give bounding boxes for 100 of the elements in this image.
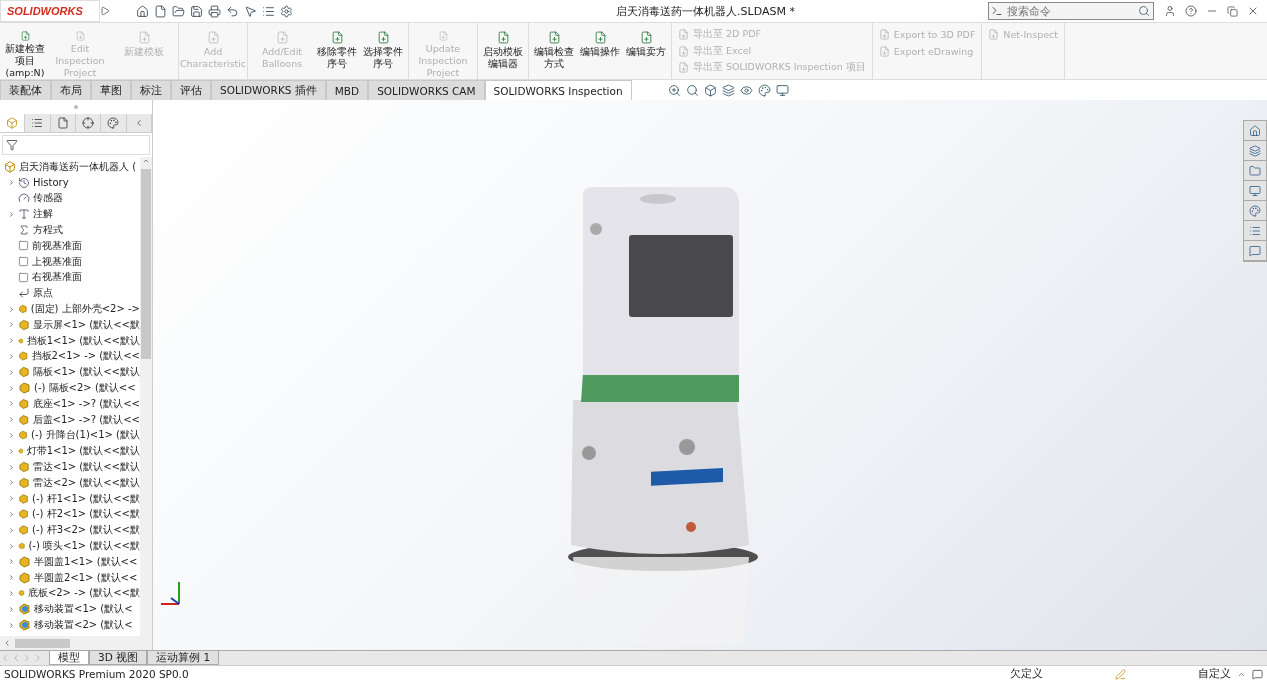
restore-icon[interactable]: [1227, 5, 1238, 17]
expand-caret-icon[interactable]: [8, 621, 15, 629]
monitor-icon[interactable]: [775, 83, 789, 97]
ribbon-tab[interactable]: 标注: [131, 80, 171, 100]
tree-item[interactable]: 底座<1> ->? (默认<<: [32, 396, 140, 411]
tree-item[interactable]: (-) 杆1<1> (默认<<默: [32, 491, 140, 506]
settings-icon[interactable]: [280, 4, 293, 18]
list-icon[interactable]: [262, 4, 275, 18]
tree-item[interactable]: 灯带1<1> (默认<<默认: [26, 444, 140, 459]
zoom-icon[interactable]: [667, 83, 681, 97]
expand-caret-icon[interactable]: [8, 179, 15, 187]
rebuild-icon[interactable]: [1115, 668, 1126, 680]
expand-caret-icon[interactable]: [8, 510, 15, 518]
close-icon[interactable]: [1247, 5, 1259, 17]
ribbon-button[interactable]: 启动模板编辑器: [480, 23, 526, 79]
ribbon-button[interactable]: 新建检查项目(amp:N): [2, 23, 48, 79]
tree-item[interactable]: (-) 喷头<1> (默认<<默: [28, 539, 140, 553]
tree-item[interactable]: (-) 升降台(1)<1> (默认: [31, 428, 140, 443]
tree-item[interactable]: 传感器: [33, 191, 63, 206]
expand-caret-icon[interactable]: [8, 605, 15, 613]
home-icon[interactable]: [136, 4, 149, 18]
property-tab[interactable]: [25, 114, 51, 132]
tree-item[interactable]: 底板<2> -> (默认<<默: [27, 586, 140, 601]
vertical-scrollbar[interactable]: [140, 157, 152, 636]
expand-arrow-icon[interactable]: [100, 6, 110, 16]
ribbon-tab[interactable]: 草图: [91, 80, 131, 100]
dimxpert-tab[interactable]: [76, 114, 102, 132]
comment-icon[interactable]: [1252, 668, 1263, 680]
ribbon-tab[interactable]: MBD: [325, 80, 369, 100]
app-logo[interactable]: SOLIDWORKS: [0, 0, 100, 22]
filter-icon[interactable]: [6, 139, 18, 151]
new-file-icon[interactable]: [154, 4, 167, 18]
layers-icon[interactable]: [721, 83, 735, 97]
expand-caret-icon[interactable]: [8, 416, 15, 424]
expand-caret-icon[interactable]: [8, 495, 15, 503]
expand-caret-icon[interactable]: [8, 305, 15, 313]
undo-icon[interactable]: [226, 4, 239, 18]
tree-item[interactable]: (固定) 上部外壳<2> ->: [30, 302, 140, 317]
expand-caret-icon[interactable]: [8, 210, 15, 218]
expand-caret-icon[interactable]: [8, 463, 15, 471]
expand-caret-icon[interactable]: [8, 574, 15, 582]
expand-caret-icon[interactable]: [8, 352, 15, 360]
config-tab[interactable]: [50, 114, 76, 132]
tree-item[interactable]: 后盖<1> ->? (默认<<: [32, 412, 140, 427]
tree-item[interactable]: 雷达<1> (默认<<默认: [33, 460, 140, 475]
ribbon-button[interactable]: 选择零件序号: [360, 23, 406, 79]
cube-icon[interactable]: [703, 83, 717, 97]
expand-caret-icon[interactable]: [8, 337, 15, 345]
tree-item[interactable]: 雷达<2> (默认<<默认: [33, 475, 140, 490]
expand-caret-icon[interactable]: [8, 368, 15, 376]
tree-item[interactable]: (-) 杆2<1> (默认<<默: [32, 507, 140, 522]
ribbon-button[interactable]: 编辑检查方式: [531, 23, 577, 79]
graphics-viewport[interactable]: [153, 100, 1267, 650]
eye-icon[interactable]: [739, 83, 753, 97]
expand-caret-icon[interactable]: [8, 558, 15, 566]
ribbon-tab[interactable]: SOLIDWORKS CAM: [368, 80, 485, 100]
tree-item[interactable]: (-) 隔板<2> (默认<<: [34, 381, 136, 396]
print-icon[interactable]: [208, 4, 221, 18]
help-icon[interactable]: [1185, 5, 1197, 17]
ribbon-tab[interactable]: 评估: [171, 80, 211, 100]
open-folder-icon[interactable]: [172, 4, 185, 18]
tree-item[interactable]: 移动装置<1> (默认<: [34, 602, 133, 617]
ribbon-tab[interactable]: 布局: [51, 80, 91, 100]
tree-item[interactable]: 启天消毒送药一体机器人 (: [19, 159, 137, 174]
save-icon[interactable]: [190, 4, 203, 18]
search-field[interactable]: 搜索命令: [988, 2, 1154, 20]
units-button[interactable]: 自定义: [1198, 667, 1231, 681]
expand-caret-icon[interactable]: [8, 479, 15, 487]
expand-caret-icon[interactable]: [8, 526, 15, 534]
tree-item[interactable]: 移动装置<2> (默认<: [34, 618, 133, 632]
expand-caret-icon[interactable]: [8, 400, 15, 408]
expand-caret-icon[interactable]: [8, 447, 15, 455]
select-pointer-icon[interactable]: [244, 4, 257, 18]
expand-caret-icon[interactable]: [8, 321, 15, 329]
tree-item[interactable]: 方程式: [33, 223, 63, 238]
expand-caret-icon[interactable]: [8, 431, 15, 439]
tree-item[interactable]: 上视基准面: [32, 254, 82, 269]
model-tab[interactable]: 模型: [49, 651, 89, 665]
tree-item[interactable]: 挡板2<1> -> (默认<<: [31, 349, 140, 364]
ribbon-button[interactable]: 移除零件序号: [314, 23, 360, 79]
ribbon-button[interactable]: 编辑卖方: [623, 23, 669, 79]
tree-item[interactable]: 前视基准面: [32, 238, 82, 253]
ribbon-button[interactable]: 编辑操作: [577, 23, 623, 79]
tree-item[interactable]: 显示屏<1> (默认<<默: [33, 317, 140, 332]
tree-item[interactable]: 半圆盖2<1> (默认<<: [34, 570, 138, 585]
expand-caret-icon[interactable]: [8, 542, 15, 550]
model-tab[interactable]: 3D 视图: [89, 651, 148, 665]
ribbon-tab[interactable]: SOLIDWORKS Inspection: [484, 80, 632, 100]
tree-item[interactable]: History: [33, 177, 69, 189]
ribbon-tab[interactable]: SOLIDWORKS 插件: [211, 80, 326, 100]
zoom-area-icon[interactable]: [685, 83, 699, 97]
model-tab[interactable]: 运动算例 1: [147, 651, 220, 665]
tree-item[interactable]: 隔板<1> (默认<<默认: [33, 365, 140, 380]
tree-item[interactable]: 注解: [33, 207, 53, 222]
grip-handle[interactable]: [74, 105, 78, 109]
expand-caret-icon[interactable]: [8, 589, 15, 597]
palette-icon[interactable]: [757, 83, 771, 97]
horizontal-scrollbar[interactable]: [0, 636, 152, 650]
tree-item[interactable]: 挡板1<1> (默认<<默认: [26, 333, 140, 348]
chevron-up-icon[interactable]: [142, 157, 150, 165]
